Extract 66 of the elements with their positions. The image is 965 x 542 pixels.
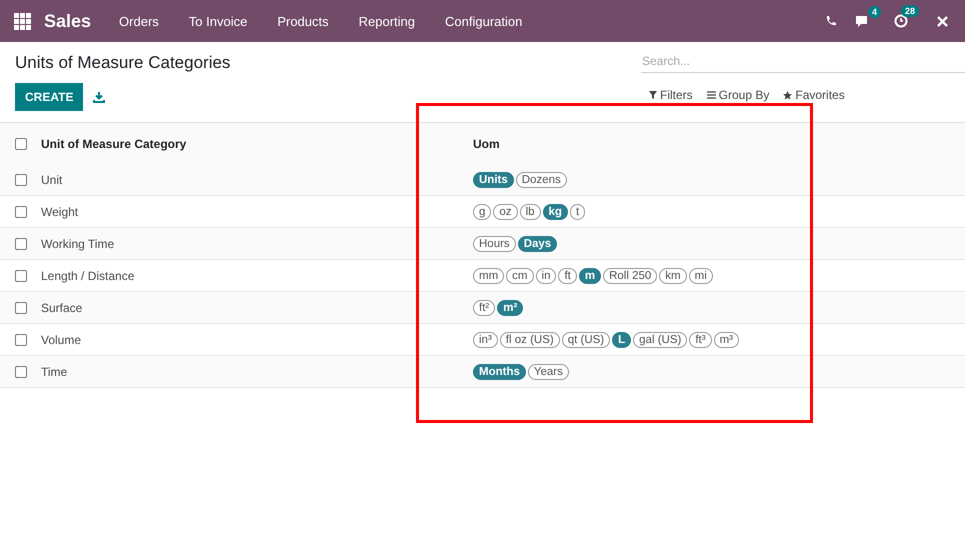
table-cell-text: Unit (41, 172, 64, 186)
uom-tag: gal (US) (633, 332, 688, 348)
row-checkbox[interactable] (15, 206, 27, 218)
menu-item[interactable]: Products (277, 14, 329, 28)
uom-tag: mm (473, 268, 504, 284)
uom-tag: fl oz (US) (500, 332, 560, 348)
group-by-button[interactable]: Group By (706, 88, 770, 102)
uom-tag: cm (506, 268, 534, 284)
uom-tag: in³ (473, 332, 498, 348)
activity-count-badge: 28 (900, 5, 919, 17)
row-checkbox[interactable] (15, 302, 27, 314)
favorites-button[interactable]: Favorites (783, 88, 845, 102)
uom-tag: Dozens (516, 172, 567, 188)
uom-tag: L (612, 332, 632, 348)
menu-item[interactable]: Reporting (358, 14, 416, 28)
table-cell-text: Working Time (41, 236, 116, 250)
table-cell-text: Time (41, 364, 68, 378)
table-cell-text: Length / Distance (41, 268, 136, 282)
phone-icon[interactable] (825, 15, 837, 27)
menu-item[interactable]: Orders (119, 14, 159, 28)
chat-icon[interactable] (855, 14, 870, 28)
uom-tag: Days (518, 236, 558, 252)
clock-icon[interactable] (894, 14, 908, 28)
row-checkbox[interactable] (15, 270, 27, 282)
menu-icon (706, 91, 716, 99)
menu-item[interactable]: To Invoice (188, 14, 248, 28)
row-checkbox[interactable] (15, 334, 27, 346)
star-icon (783, 90, 792, 100)
page-title: Units of Measure Categories (15, 53, 230, 73)
uom-tag: Roll 250 (603, 268, 658, 284)
uom-tag: m³ (714, 332, 739, 348)
uom-tag: km (659, 268, 687, 284)
app-title[interactable]: Sales (44, 10, 92, 32)
uom-tag: Hours (473, 236, 516, 252)
table-cell-text: Surface (41, 300, 84, 314)
column-header[interactable]: Uom (473, 136, 500, 150)
download-icon[interactable] (93, 91, 106, 103)
uom-tag: lb (520, 204, 541, 220)
row-checkbox[interactable] (15, 238, 27, 250)
uom-tag: g (473, 204, 492, 220)
uom-tag: Years (528, 364, 569, 380)
uom-tag: t (570, 204, 586, 220)
select-all-checkbox[interactable] (15, 138, 27, 150)
uom-tag: m² (497, 300, 524, 316)
filters-button[interactable]: Filters (649, 88, 693, 102)
menu-item[interactable]: Configuration (445, 14, 522, 28)
table-cell-text: Weight (41, 204, 80, 218)
message-count-badge: 4 (868, 6, 881, 18)
uom-tag: qt (US) (562, 332, 610, 348)
uom-tag: ft² (473, 300, 496, 316)
uom-tag: mi (688, 268, 713, 284)
uom-tag: Units (473, 172, 514, 188)
create-button[interactable]: CREATE (15, 83, 84, 111)
column-header[interactable]: Unit of Measure Category (41, 136, 473, 150)
uom-tag: oz (493, 204, 518, 220)
uom-tag: m (578, 268, 602, 284)
uom-tag: ft³ (689, 332, 712, 348)
uom-tag: ft (558, 268, 577, 284)
row-checkbox[interactable] (15, 174, 27, 186)
table-cell-text: Volume (41, 332, 82, 346)
uom-tag: Months (473, 364, 526, 380)
apps-menu-icon[interactable] (14, 12, 31, 30)
uom-tag: in (536, 268, 556, 284)
uom-tag: kg (542, 204, 568, 220)
row-checkbox[interactable] (15, 366, 27, 378)
filter-icon (649, 91, 657, 99)
